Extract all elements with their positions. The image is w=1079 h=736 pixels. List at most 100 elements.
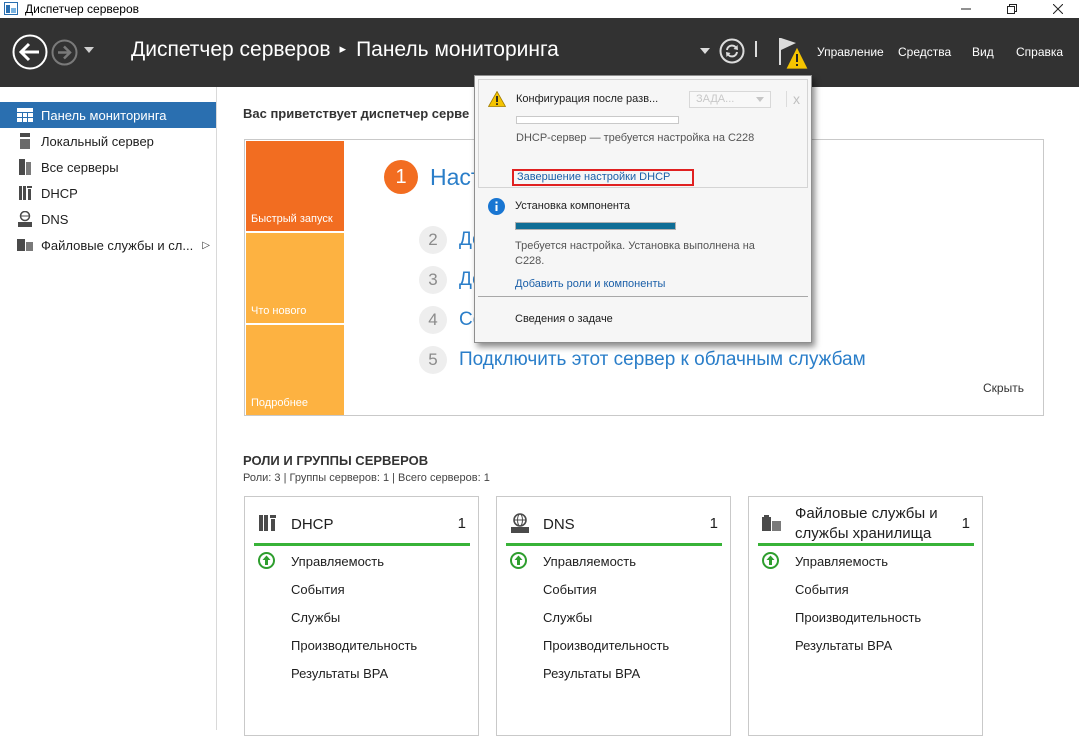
step-link[interactable]: Подключить этот сервер к облачным служба… <box>459 349 866 371</box>
tile-quick-start[interactable]: Быстрый запуск <box>246 141 344 231</box>
card-row-events[interactable]: События <box>291 582 345 597</box>
step-configure-local-server[interactable]: 1 Наст <box>384 160 481 194</box>
sidebar-item-label: DHCP <box>41 185 78 201</box>
role-card-file-services: Файловые службы и службы хранилища 1 Упр… <box>748 496 983 736</box>
card-count: 1 <box>709 515 718 532</box>
card-row-services[interactable]: Службы <box>291 610 340 625</box>
restore-button[interactable] <box>989 0 1035 18</box>
divider <box>478 296 808 297</box>
close-icon <box>1053 4 1063 14</box>
dns-icon <box>511 513 529 533</box>
notification-feature-installation: Установка компонента Требуется настройка… <box>478 188 808 298</box>
window-title: Диспетчер серверов <box>25 2 140 16</box>
card-title: DNS <box>543 516 575 533</box>
card-row-bpa-results[interactable]: Результаты BPA <box>291 666 388 681</box>
menu-view[interactable]: Вид <box>972 45 994 59</box>
breadcrumb-separator: ▸ <box>339 41 347 56</box>
restore-icon <box>1007 4 1017 14</box>
tile-learn-more[interactable]: Подробнее <box>246 325 344 415</box>
card-count: 1 <box>961 515 970 532</box>
card-row-bpa-results[interactable]: Результаты BPA <box>543 666 640 681</box>
complete-dhcp-configuration-link[interactable]: Завершение настройки DHCP <box>512 169 694 186</box>
card-header[interactable]: Файловые службы и службы хранилища 1 <box>758 505 974 546</box>
file-services-icon <box>762 515 781 531</box>
history-dropdown-icon[interactable] <box>84 46 94 54</box>
card-title: DHCP <box>291 516 334 533</box>
close-window-button[interactable] <box>1035 0 1079 18</box>
title-bar: Диспетчер серверов <box>0 0 1079 18</box>
file-services-icon <box>16 236 34 254</box>
notification-title: Конфигурация после разв... <box>516 93 659 105</box>
task-details-link[interactable]: Сведения о задаче <box>515 313 613 325</box>
card-header[interactable]: DHCP 1 <box>254 505 470 546</box>
sidebar-item-local-server[interactable]: Локальный сервер <box>0 128 216 154</box>
progress-fill <box>516 223 675 229</box>
server-manager-app-icon <box>4 2 18 15</box>
status-ok-icon <box>258 552 275 569</box>
info-icon <box>488 198 505 215</box>
notification-description: Требуется настройка. Установка выполнена… <box>515 240 755 267</box>
card-row-performance[interactable]: Производительность <box>795 610 921 625</box>
sidebar-item-label: Локальный сервер <box>41 133 154 149</box>
breadcrumb: Диспетчер серверов ▸ Панель мониторинга <box>131 38 559 62</box>
card-title-line: Файловые службы и <box>795 505 938 522</box>
sidebar-item-all-servers[interactable]: Все серверы <box>0 154 216 180</box>
card-row-bpa-results[interactable]: Результаты BPA <box>795 638 892 653</box>
expand-arrow-icon[interactable]: ▷ <box>202 240 210 251</box>
header-divider <box>755 41 757 57</box>
sidebar: Панель мониторинга Локальный сервер Все … <box>0 87 217 730</box>
step-number: 2 <box>419 226 447 254</box>
card-row-manageability[interactable]: Управляемость <box>795 554 888 569</box>
task-dropdown-label: ЗАДА... <box>696 93 735 105</box>
refresh-icon[interactable] <box>719 38 745 64</box>
sidebar-item-label: Файловые службы и сл... <box>41 237 194 253</box>
sidebar-item-label: Панель мониторинга <box>41 107 167 123</box>
card-row-events[interactable]: События <box>795 582 849 597</box>
card-header[interactable]: DNS 1 <box>506 505 722 546</box>
dismiss-notification-button[interactable]: x <box>786 91 800 107</box>
forward-arrow-icon[interactable] <box>51 39 78 66</box>
chevron-down-icon <box>756 97 764 102</box>
roles-section-title: РОЛИ И ГРУППЫ СЕРВЕРОВ <box>243 453 429 468</box>
sidebar-item-dashboard[interactable]: Панель мониторинга <box>0 102 216 128</box>
role-card-dns: DNS 1 Управляемость События Службы Произ… <box>496 496 731 736</box>
breadcrumb-root[interactable]: Диспетчер серверов <box>131 38 331 62</box>
step-connect-cloud[interactable]: 5 Подключить этот сервер к облачным служ… <box>419 346 866 374</box>
sidebar-item-dhcp[interactable]: DHCP <box>0 180 216 206</box>
breadcrumb-current: Панель мониторинга <box>356 38 559 61</box>
menu-tools[interactable]: Средства <box>898 45 951 59</box>
tile-label: Что нового <box>251 305 307 317</box>
chevron-down-icon[interactable] <box>700 48 710 55</box>
card-row-performance[interactable]: Производительность <box>543 638 669 653</box>
tile-label: Быстрый запуск <box>251 213 333 225</box>
menu-help[interactable]: Справка <box>1016 45 1063 59</box>
card-row-performance[interactable]: Производительность <box>291 638 417 653</box>
status-ok-icon <box>762 552 779 569</box>
card-row-services[interactable]: Службы <box>543 610 592 625</box>
minimize-button[interactable] <box>943 0 989 18</box>
welcome-title: Вас приветствует диспетчер серве <box>243 106 470 121</box>
tile-whats-new[interactable]: Что нового <box>246 233 344 323</box>
card-row-manageability[interactable]: Управляемость <box>543 554 636 569</box>
card-count: 1 <box>457 515 466 532</box>
sidebar-item-label: DNS <box>41 211 69 227</box>
hide-link[interactable]: Скрыть <box>983 381 1024 395</box>
sidebar-item-file-services[interactable]: Файловые службы и сл... ▷ <box>0 232 216 258</box>
warning-icon <box>488 91 506 107</box>
sidebar-item-dns[interactable]: DNS <box>0 206 216 232</box>
step-number: 1 <box>384 160 418 194</box>
add-roles-and-features-link[interactable]: Добавить роли и компоненты <box>515 278 665 290</box>
notification-title: Установка компонента <box>515 200 631 212</box>
dashboard-icon <box>16 106 34 124</box>
notifications-flag-icon[interactable] <box>776 35 810 71</box>
card-row-manageability[interactable]: Управляемость <box>291 554 384 569</box>
task-dropdown[interactable]: ЗАДА... <box>689 91 771 108</box>
local-server-icon <box>16 132 34 150</box>
notifications-popup: Конфигурация после разв... ЗАДА... x DHC… <box>474 75 812 343</box>
notification-post-deployment: Конфигурация после разв... ЗАДА... x DHC… <box>478 79 808 188</box>
back-arrow-icon[interactable] <box>12 34 48 70</box>
progress-bar <box>516 116 679 124</box>
menu-manage[interactable]: Управление <box>817 45 884 59</box>
status-ok-icon <box>510 552 527 569</box>
card-row-events[interactable]: События <box>543 582 597 597</box>
